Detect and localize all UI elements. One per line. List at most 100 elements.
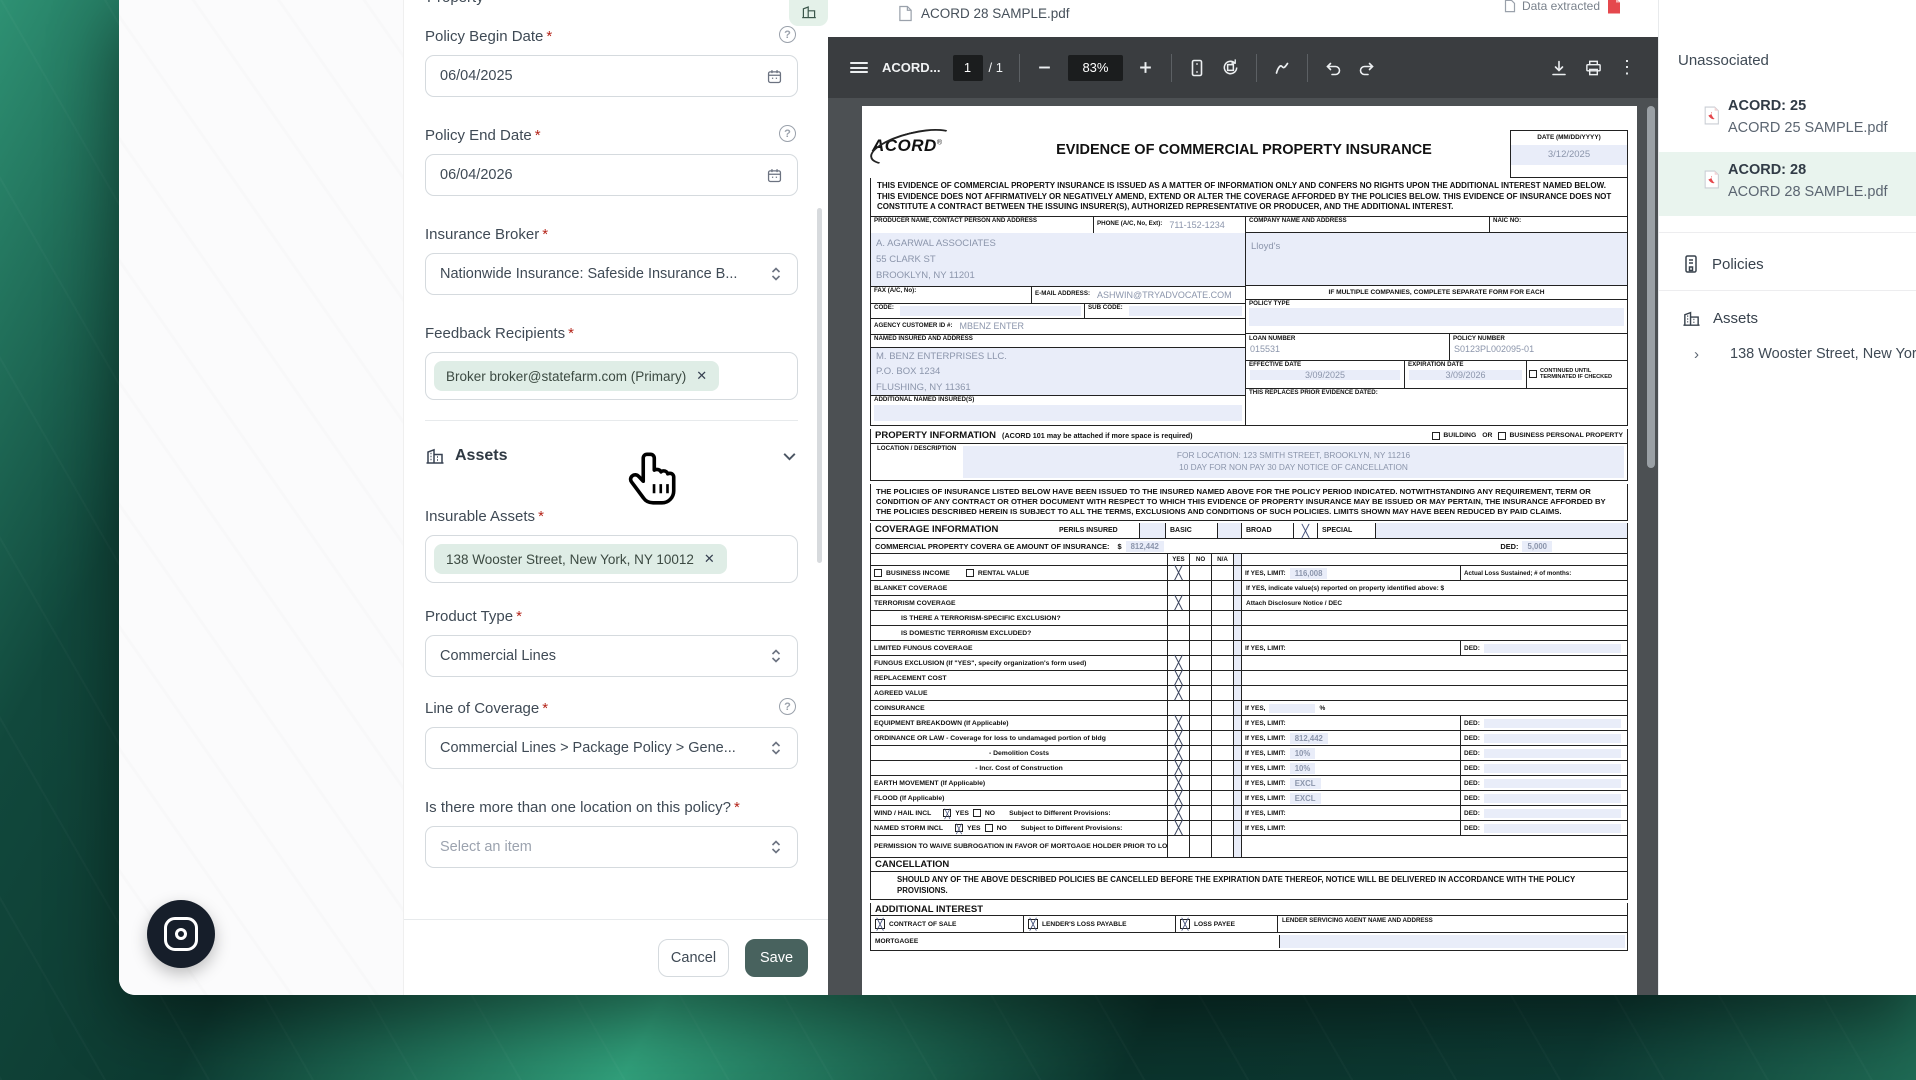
- section-divider: [425, 420, 798, 421]
- coverage-label: REPLACEMENT COST: [871, 671, 1167, 685]
- chevron-down-icon[interactable]: [781, 448, 798, 465]
- coverage-label: EQUIPMENT BREAKDOWN (If Applicable): [871, 716, 1167, 730]
- more-options-icon[interactable]: ⋮: [1610, 51, 1644, 85]
- policies-section[interactable]: Policies: [1659, 244, 1916, 284]
- undo-button[interactable]: [1316, 51, 1350, 85]
- policy-end-date-label: Policy End Date*: [425, 127, 541, 144]
- zoom-out-button[interactable]: [1028, 51, 1062, 85]
- chevron-right-icon[interactable]: ›: [1694, 346, 1699, 363]
- coverage-row: FUNGUS EXCLUSION (If "YES", specify orga…: [871, 655, 1627, 670]
- annotate-pen-icon[interactable]: [1265, 51, 1299, 85]
- insurance-broker-label: Insurance Broker*: [425, 226, 548, 243]
- assets-section[interactable]: Assets: [1659, 298, 1916, 338]
- app-window: Property Policy Begin Date* ? 06/04/2025…: [119, 0, 1916, 995]
- building-icon: [801, 4, 817, 20]
- acord-logo: ACORD®: [872, 136, 956, 172]
- coverage-label: EARTH MOVEMENT (If Applicable): [871, 776, 1167, 790]
- data-extracted-status: Data extracted: [1504, 0, 1622, 15]
- chat-logo-icon: [164, 917, 198, 951]
- download-button[interactable]: [1542, 51, 1576, 85]
- coverage-label: NAMED STORM INCL╳YESNOSubject to Differe…: [871, 821, 1167, 835]
- calendar-icon[interactable]: [766, 68, 783, 85]
- select-caret-icon: [769, 266, 783, 282]
- policy-end-help-icon[interactable]: ?: [779, 125, 796, 142]
- policy-begin-help-icon[interactable]: ?: [779, 26, 796, 43]
- coverage-row: IS DOMESTIC TERRORISM EXCLUDED?: [871, 625, 1627, 640]
- coverage-label: - Incr. Cost of Construction: [871, 761, 1167, 775]
- coverage-row: FLOOD (If Applicable)╳If YES, LIMIT:EXCL…: [871, 790, 1627, 805]
- coverage-label: PERMISSION TO WAIVE SUBROGATION IN FAVOR…: [871, 836, 1167, 857]
- documents-panel: Unassociated ACORD: 25 ACORD 25 SAMPLE.p…: [1658, 0, 1916, 995]
- coverage-label: ORDINANCE OR LAW - Coverage for loss to …: [871, 731, 1167, 745]
- coverage-label: WIND / HAIL INCL╳YESNOSubject to Differe…: [871, 806, 1167, 820]
- recipient-chip[interactable]: Broker broker@statefarm.com (Primary) ✕: [434, 361, 719, 391]
- pdf-red-icon: [1606, 0, 1622, 15]
- coverage-row: WIND / HAIL INCL╳YESNOSubject to Differe…: [871, 805, 1627, 820]
- print-button[interactable]: [1576, 51, 1610, 85]
- coverage-row: - Incr. Cost of Construction╳If YES, LIM…: [871, 760, 1627, 775]
- chat-widget-button[interactable]: [147, 900, 215, 968]
- feedback-recipients-input[interactable]: Broker broker@statefarm.com (Primary) ✕: [425, 352, 798, 400]
- chip-remove-icon[interactable]: ✕: [704, 551, 715, 567]
- policies-note: THE POLICIES OF INSURANCE LISTED BELOW H…: [870, 484, 1628, 521]
- assets-section-header[interactable]: Assets: [425, 446, 798, 466]
- line-of-coverage-help-icon[interactable]: ?: [779, 698, 796, 715]
- coverage-row: - Demolition Costs╳If YES, LIMIT:10%DED:: [871, 745, 1627, 760]
- acord-date-box: DATE (MM/DD/YYYY) 3/12/2025: [1510, 130, 1628, 178]
- pdf-toolbar: ACORD... 1 / 1 83%: [828, 37, 1658, 98]
- acord-disclaimer: THIS EVIDENCE OF COMMERCIAL PROPERTY INS…: [870, 178, 1628, 217]
- coverage-row: ORDINANCE OR LAW - Coverage for loss to …: [871, 730, 1627, 745]
- coverage-label: FLOOD (If Applicable): [871, 791, 1167, 805]
- menu-icon[interactable]: [842, 51, 876, 85]
- policy-begin-date-input[interactable]: 06/04/2025: [425, 55, 798, 97]
- acord-28-form: ACORD® EVIDENCE OF COMMERCIAL PROPERTY I…: [870, 130, 1628, 951]
- insurable-assets-input[interactable]: 138 Wooster Street, New York, NY 10012 ✕: [425, 535, 798, 583]
- coverage-row: EARTH MOVEMENT (If Applicable)╳If YES, L…: [871, 775, 1627, 790]
- product-type-label: Product Type*: [425, 608, 522, 625]
- asset-chip[interactable]: 138 Wooster Street, New York, NY 10012 ✕: [434, 544, 727, 574]
- form-footer: Cancel Save: [404, 919, 828, 995]
- coverage-row: IS THERE A TERRORISM-SPECIFIC EXCLUSION?: [871, 610, 1627, 625]
- file-item-acord-25[interactable]: ACORD: 25 ACORD 25 SAMPLE.pdf: [1659, 88, 1916, 152]
- insurable-assets-label: Insurable Assets*: [425, 508, 544, 525]
- open-file-tab[interactable]: ACORD 28 SAMPLE.pdf: [898, 5, 1070, 22]
- clipped-field-label: Property: [427, 0, 484, 6]
- zoom-in-button[interactable]: [1129, 51, 1163, 85]
- asset-item-wooster[interactable]: › 138 Wooster Street, New Yor: [1659, 341, 1916, 367]
- coverage-row: BLANKET COVERAGEIf YES, indicate value(s…: [871, 580, 1627, 595]
- coverage-row: PERMISSION TO WAIVE SUBROGATION IN FAVOR…: [871, 835, 1627, 857]
- desktop-background: Property Policy Begin Date* ? 06/04/2025…: [0, 0, 1916, 1080]
- calendar-icon[interactable]: [766, 167, 783, 184]
- redo-button[interactable]: [1350, 51, 1384, 85]
- save-button[interactable]: Save: [745, 939, 808, 977]
- property-icon-button[interactable]: [789, 0, 828, 26]
- chip-remove-icon[interactable]: ✕: [696, 368, 707, 384]
- policy-end-date-input[interactable]: 06/04/2026: [425, 154, 798, 196]
- insurance-broker-select[interactable]: Nationwide Insurance: Safeside Insurance…: [425, 253, 798, 295]
- pdf-file-icon: [1703, 106, 1720, 125]
- line-of-coverage-select[interactable]: Commercial Lines > Package Policy > Gene…: [425, 727, 798, 769]
- multi-location-select[interactable]: Select an item: [425, 826, 798, 868]
- coverage-row: EQUIPMENT BREAKDOWN (If Applicable)╳If Y…: [871, 715, 1627, 730]
- multi-location-label: Is there more than one location on this …: [425, 799, 740, 816]
- pdf-scrollbar[interactable]: [1647, 106, 1655, 468]
- feedback-recipients-label: Feedback Recipients*: [425, 325, 574, 342]
- line-of-coverage-label: Line of Coverage*: [425, 700, 548, 717]
- coverage-label: AGREED VALUE: [871, 686, 1167, 700]
- pdf-file-icon: [1703, 170, 1720, 189]
- rotate-button[interactable]: [1214, 51, 1248, 85]
- coverage-label: FUNGUS EXCLUSION (If "YES", specify orga…: [871, 656, 1167, 670]
- cancel-button[interactable]: Cancel: [658, 939, 729, 977]
- coverage-label: IS THERE A TERRORISM-SPECIFIC EXCLUSION?: [871, 611, 1167, 625]
- product-type-select[interactable]: Commercial Lines: [425, 635, 798, 677]
- insured-address: M. BENZ ENTERPRISES LLC.P.O. BOX 1234FLU…: [871, 347, 1245, 395]
- zoom-level-input[interactable]: 83%: [1068, 55, 1123, 81]
- coverage-row: NAMED STORM INCL╳YESNOSubject to Differe…: [871, 820, 1627, 835]
- file-item-acord-28[interactable]: ACORD: 28 ACORD 28 SAMPLE.pdf: [1659, 152, 1916, 216]
- form-scrollbar[interactable]: [817, 208, 822, 563]
- page-number-input[interactable]: 1: [953, 55, 983, 81]
- coverage-information: COVERAGE INFORMATION PERILS INSURED BASI…: [870, 523, 1628, 858]
- coverage-row: COINSURANCEIf YES,%: [871, 700, 1627, 715]
- fit-page-button[interactable]: [1180, 51, 1214, 85]
- coverage-label: LIMITED FUNGUS COVERAGE: [871, 641, 1167, 655]
